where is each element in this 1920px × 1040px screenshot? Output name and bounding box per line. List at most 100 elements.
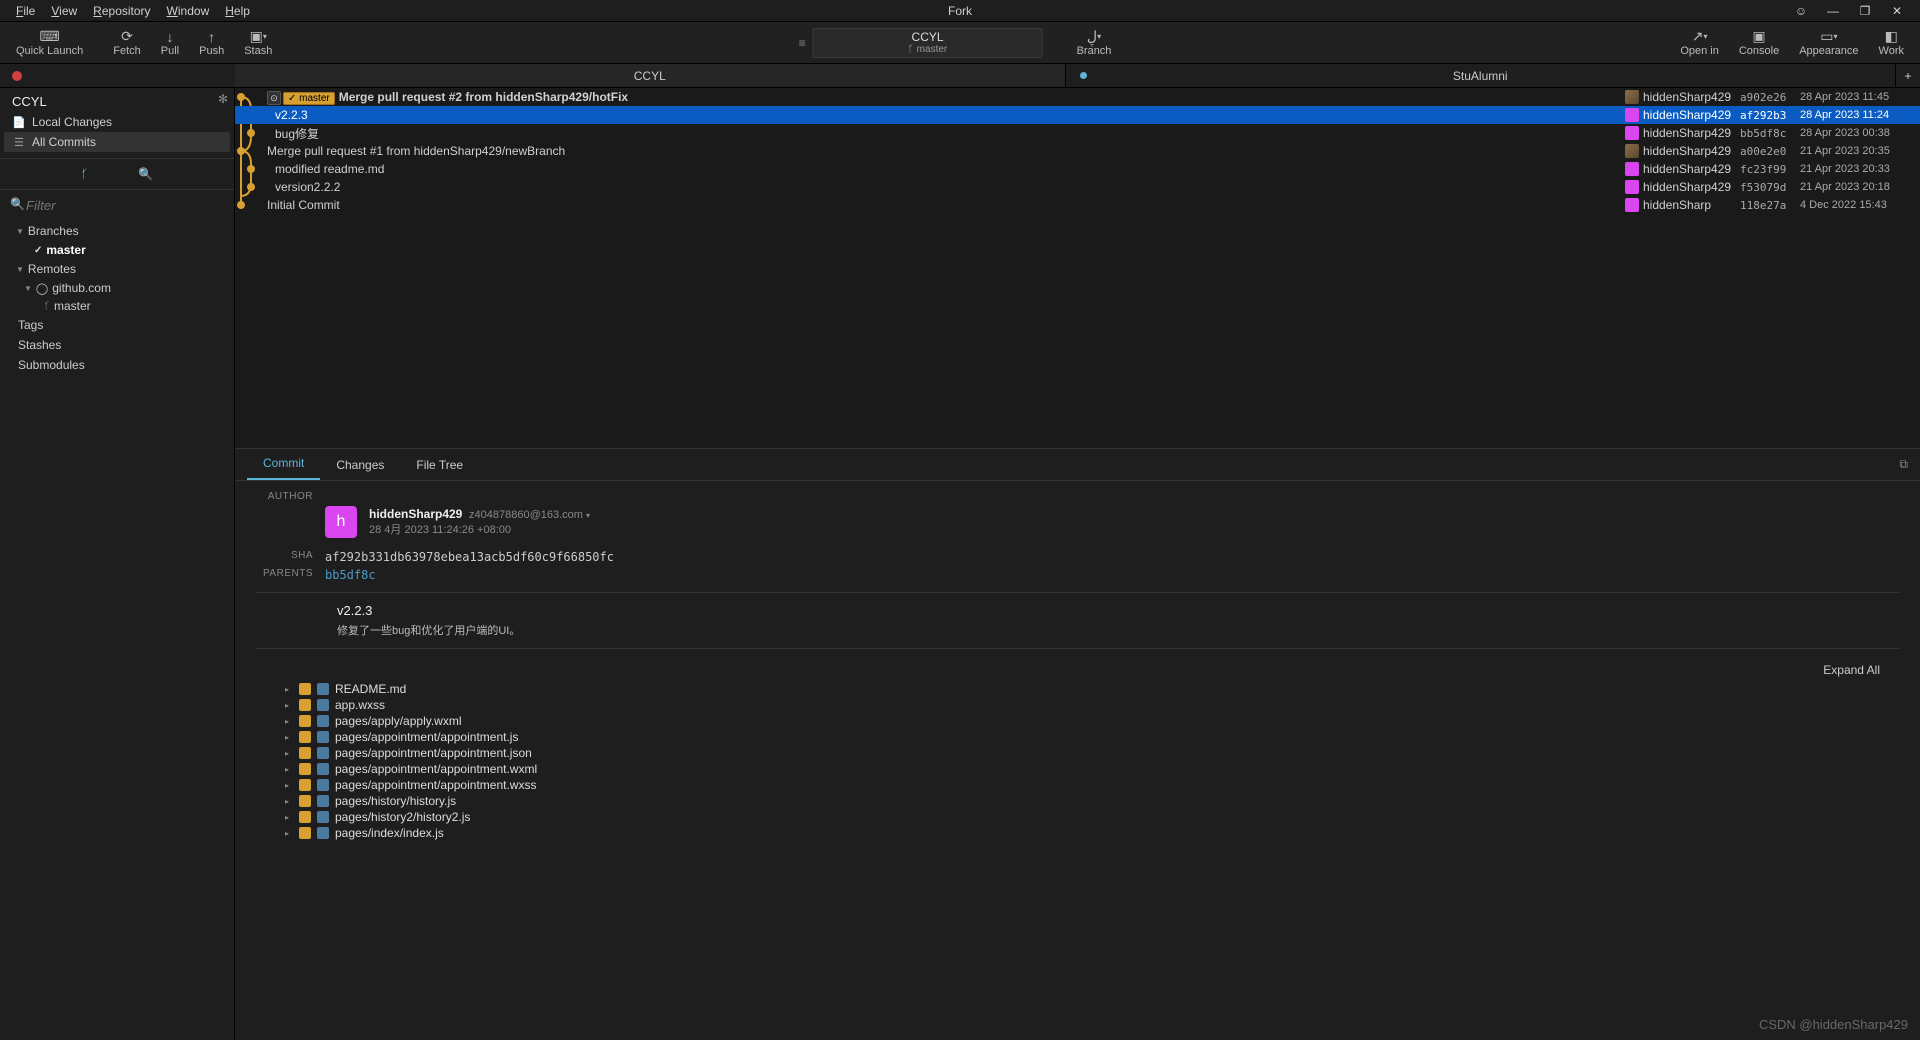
sidebar: CCYL ✻ 📄 Local Changes ☰ All Commits ᚶ 🔍…	[0, 88, 235, 1040]
commit-title: v2.2.3	[337, 603, 1900, 618]
push-icon: ↑	[208, 29, 215, 45]
commit-row[interactable]: v2.2.3hiddenSharp429af292b328 Apr 2023 1…	[235, 106, 1920, 124]
commit-date: 21 Apr 2023 20:18	[1800, 181, 1920, 193]
sidebar-stashes[interactable]: Stashes	[0, 335, 234, 355]
commit-row[interactable]: Merge pull request #1 from hiddenSharp42…	[235, 142, 1920, 160]
sidebar-remote-github[interactable]: ▼ ◯ github.com	[0, 279, 234, 297]
file-badge-icon	[299, 827, 311, 839]
commit-row[interactable]: modified readme.mdhiddenSharp429fc23f992…	[235, 160, 1920, 178]
appearance-button[interactable]: ▭ ▾ Appearance	[1789, 27, 1868, 59]
stash-button[interactable]: ▣ ▾ Stash	[234, 27, 282, 59]
open-in-button[interactable]: ↗ ▾ Open in	[1670, 27, 1729, 59]
parent-link[interactable]: bb5df8c	[325, 568, 376, 582]
file-row[interactable]: ▸README.md	[255, 681, 1900, 697]
avatar-icon	[1625, 162, 1639, 176]
file-badge-icon	[317, 747, 329, 759]
file-badge-icon	[299, 779, 311, 791]
branch-view-icon[interactable]: ᚶ	[81, 167, 88, 181]
detail-tab-commit[interactable]: Commit	[247, 448, 320, 480]
commit-row[interactable]: Initial CommithiddenSharp118e27a4 Dec 20…	[235, 196, 1920, 214]
commit-author-date: 28 4月 2023 11:24:26 +08:00	[369, 521, 590, 537]
detail-tab-file-tree[interactable]: File Tree	[400, 450, 479, 480]
commit-date: 28 Apr 2023 00:38	[1800, 127, 1920, 139]
open-external-icon[interactable]: ⧉	[1899, 457, 1908, 472]
commit-author-email: z404878860@163.com ▾	[469, 509, 590, 521]
menu-help[interactable]: Help	[217, 2, 258, 20]
file-row[interactable]: ▸pages/apply/apply.wxml	[255, 713, 1900, 729]
commit-author: hiddenSharp429	[1625, 144, 1740, 158]
avatar-icon	[1625, 144, 1639, 158]
file-row[interactable]: ▸ pages/history/history.js	[255, 793, 1900, 809]
file-name: pages/appointment/appointment.wxml	[335, 762, 537, 776]
quick-launch-button[interactable]: ⌨ Quick Launch	[6, 27, 93, 59]
sidebar-tags[interactable]: Tags	[0, 315, 234, 335]
workspace-tab-ccyl[interactable]: CCYL	[235, 64, 1066, 87]
commit-row[interactable]: version2.2.2hiddenSharp429f53079d21 Apr …	[235, 178, 1920, 196]
branch-button[interactable]: ڸ ▾ Branch	[1067, 27, 1122, 59]
avatar: h	[325, 506, 357, 538]
add-tab-button[interactable]: +	[1896, 64, 1920, 87]
filter-input[interactable]	[8, 194, 226, 217]
commit-row[interactable]: bug修复hiddenSharp429bb5df8c28 Apr 2023 00…	[235, 124, 1920, 142]
tab-indicator-icon	[1080, 72, 1087, 79]
file-row[interactable]: ▸pages/history2/history2.js	[255, 809, 1900, 825]
commit-body: 修复了一些bug和优化了用户端的UI。	[337, 622, 1900, 638]
chevron-right-icon: ▸	[285, 797, 293, 806]
file-name: pages/history/history.js	[335, 794, 456, 808]
menu-window[interactable]: Window	[159, 2, 218, 20]
chevron-right-icon: ▸	[285, 813, 293, 822]
sidebar-branch-master[interactable]: ✓ master	[0, 241, 234, 259]
file-badge-icon	[299, 795, 311, 807]
file-name: pages/appointment/appointment.json	[335, 746, 532, 760]
file-row[interactable]: ▸pages/appointment/appointment.js	[255, 729, 1900, 745]
push-button[interactable]: ↑ Push	[189, 27, 234, 59]
file-badge-icon	[299, 747, 311, 759]
maximize-icon[interactable]: ❐	[1858, 4, 1872, 18]
sidebar-remotes[interactable]: ▼ Remotes	[0, 259, 234, 279]
file-row[interactable]: ▸ pages/appointment/appointment.wxml	[255, 761, 1900, 777]
close-icon[interactable]: ✕	[1890, 4, 1904, 18]
commit-author: hiddenSharp	[1625, 198, 1740, 212]
app-title: Fork	[948, 4, 972, 18]
workspace-tabs: CCYL StuAlumni +	[0, 64, 1920, 88]
file-row[interactable]: ▸app.wxss	[255, 697, 1900, 713]
menu-repository[interactable]: Repository	[85, 2, 158, 20]
open-in-icon: ↗ ▾	[1692, 29, 1708, 45]
sidebar-branches[interactable]: ▼ Branches	[0, 221, 234, 241]
gear-icon[interactable]: ✻	[218, 92, 228, 106]
workspace-tab-stualumni[interactable]: StuAlumni	[1066, 64, 1897, 87]
commit-hash: bb5df8c	[1740, 127, 1800, 140]
sidebar-local-changes[interactable]: 📄 Local Changes	[0, 112, 234, 132]
detail-tab-changes[interactable]: Changes	[320, 450, 400, 480]
commit-message: Merge pull request #1 from hiddenSharp42…	[263, 144, 1625, 158]
sidebar-all-commits[interactable]: ☰ All Commits	[4, 132, 230, 152]
repo-tab-prev[interactable]: ≡	[799, 36, 811, 50]
branch-icon: ᚶ	[44, 301, 50, 312]
fetch-button[interactable]: ⟳ Fetch	[103, 27, 151, 59]
menu-file[interactable]: File	[8, 2, 43, 20]
chevron-right-icon: ▸	[285, 765, 293, 774]
parents-label: PARENTS	[255, 568, 325, 579]
commit-hash: a902e26	[1740, 91, 1800, 104]
feedback-icon[interactable]: ☺	[1794, 4, 1808, 18]
fetch-icon: ⟳	[121, 29, 133, 45]
file-row[interactable]: ▸pages/appointment/appointment.wxss	[255, 777, 1900, 793]
work-button[interactable]: ◧ Work	[1869, 27, 1914, 59]
expand-all-button[interactable]: Expand All	[255, 659, 1900, 681]
traffic-close-icon[interactable]	[12, 71, 22, 81]
repo-tab[interactable]: CCYL ᚶ master	[813, 28, 1043, 58]
search-icon[interactable]: 🔍	[138, 167, 153, 181]
menu-view[interactable]: View	[43, 2, 85, 20]
sidebar-submodules[interactable]: Submodules	[0, 355, 234, 375]
console-button[interactable]: ▣ Console	[1729, 27, 1789, 59]
sidebar-remote-master[interactable]: ᚶ master	[0, 297, 234, 315]
commit-hash: fc23f99	[1740, 163, 1800, 176]
commit-row[interactable]: ⊙✓ masterMerge pull request #2 from hidd…	[235, 88, 1920, 106]
minimize-icon[interactable]: —	[1826, 4, 1840, 18]
commit-date: 21 Apr 2023 20:35	[1800, 145, 1920, 157]
author-label: AUTHOR	[255, 491, 325, 502]
file-row[interactable]: ▸pages/appointment/appointment.json	[255, 745, 1900, 761]
pull-button[interactable]: ↓ Pull	[151, 27, 189, 59]
all-commits-icon: ☰	[12, 136, 26, 149]
file-row[interactable]: ▸pages/index/index.js	[255, 825, 1900, 841]
